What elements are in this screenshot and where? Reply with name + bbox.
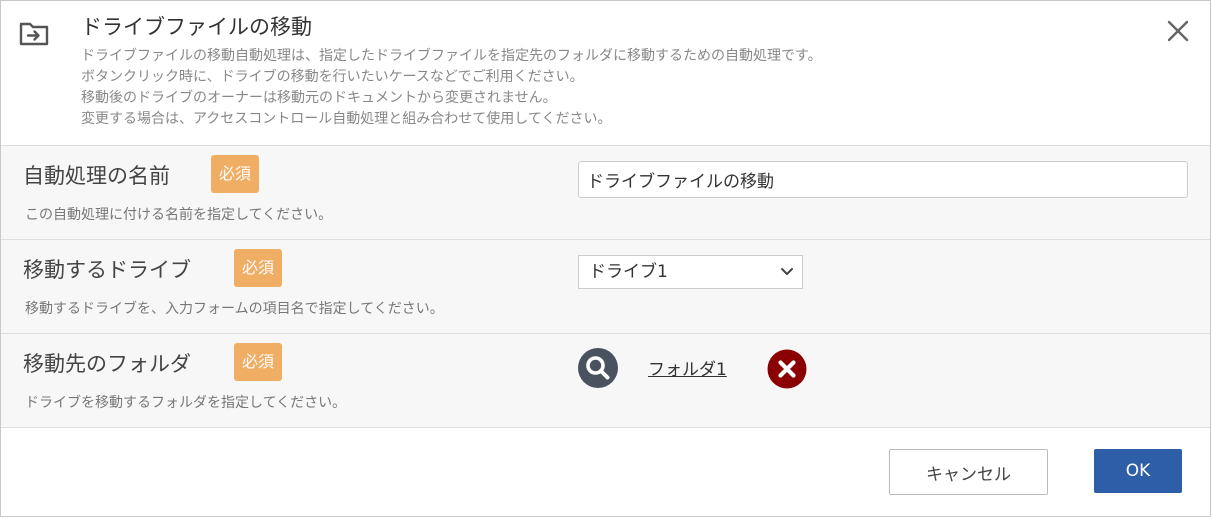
clear-icon[interactable] [767,349,807,389]
dialog-title: ドライブファイルの移動 [81,15,312,39]
close-icon[interactable] [1166,19,1190,43]
field-label-drive: 移動するドライブ [23,258,191,282]
move-drive-file-dialog: ドライブファイルの移動 ドライブファイルの移動自動処理は、指定したドライブファイ… [0,0,1211,517]
field-label-name: 自動処理の名前 [23,164,170,188]
ok-button[interactable]: OK [1094,449,1182,493]
drive-select-value: ドライブ1 [589,262,668,282]
required-badge: 必須 [234,249,283,287]
description-line: 移動後のドライブのオーナーは移動元のドキュメントから変更されません。 [81,90,557,106]
dialog-header: ドライブファイルの移動 ドライブファイルの移動自動処理は、指定したドライブファイ… [1,1,1210,146]
required-badge: 必須 [211,155,260,193]
folder-move-icon [19,22,49,46]
search-icon[interactable] [578,348,618,388]
drive-select[interactable]: ドライブ1 [578,255,803,289]
field-help-name: この自動処理に付ける名前を指定してください。 [25,207,333,223]
chevron-down-icon [781,268,793,275]
field-help-folder: ドライブを移動するフォルダを指定してください。 [25,395,347,411]
dialog-description: ドライブファイルの移動自動処理は、指定したドライブファイルを指定先のフォルダに移… [81,46,822,130]
cancel-button[interactable]: キャンセル [889,449,1048,495]
description-line: ドライブファイルの移動自動処理は、指定したドライブファイルを指定先のフォルダに移… [81,48,822,64]
dialog-footer: キャンセル OK [1,428,1210,518]
field-row-folder: 移動先のフォルダ 必須 ドライブを移動するフォルダを指定してください。 フォルダ… [1,334,1210,428]
required-badge: 必須 [234,343,283,381]
field-row-drive: 移動するドライブ 必須 移動するドライブを、入力フォームの項目名で指定してくださ… [1,240,1210,334]
field-row-name: 自動処理の名前 必須 この自動処理に付ける名前を指定してください。 [1,146,1210,240]
field-label-folder: 移動先のフォルダ [23,352,191,376]
description-line: ボタンクリック時に、ドライブの移動を行いたいケースなどでご利用ください。 [81,69,584,85]
description-line: 変更する場合は、アクセスコントロール自動処理と組み合わせて使用してください。 [81,111,612,127]
field-help-drive: 移動するドライブを、入力フォームの項目名で指定してください。 [25,301,444,317]
selected-folder-link[interactable]: フォルダ1 [648,355,727,380]
automation-name-input[interactable] [578,161,1188,198]
